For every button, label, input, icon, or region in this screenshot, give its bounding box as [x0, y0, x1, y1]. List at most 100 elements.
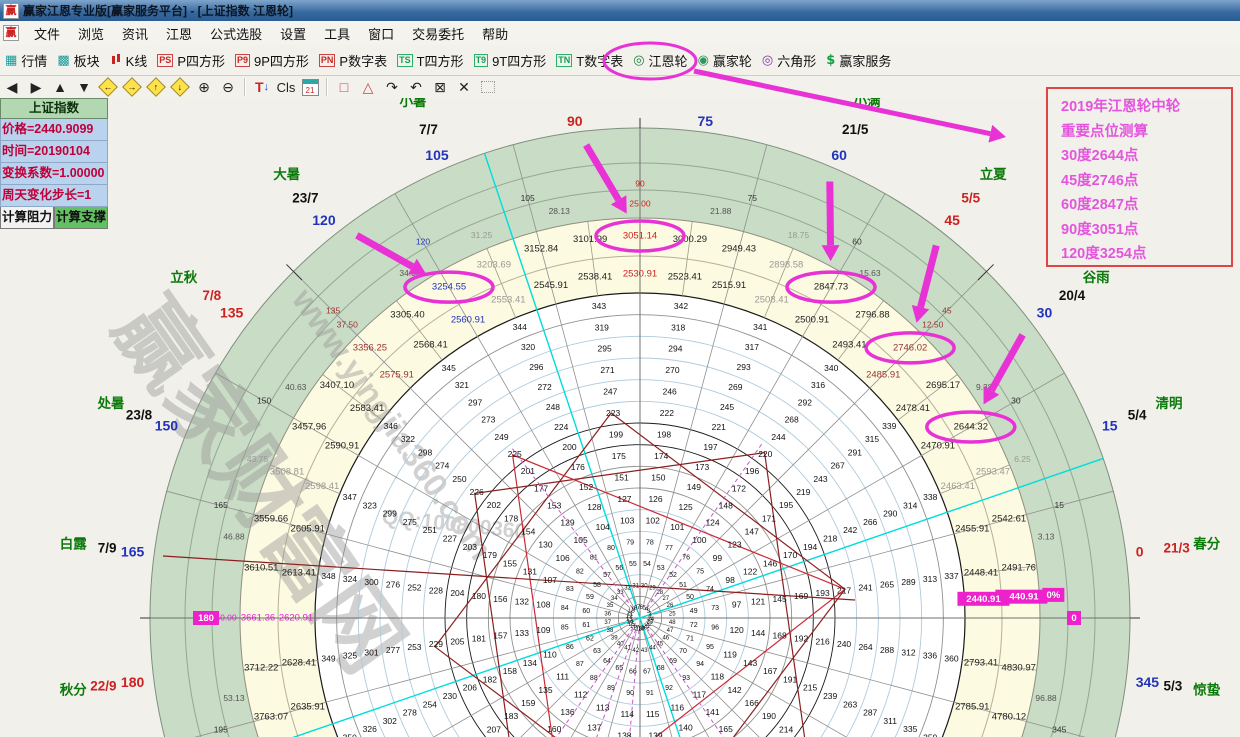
pan-right-icon[interactable]: →: [120, 77, 144, 97]
svg-text:241: 241: [858, 583, 872, 593]
pointer-down-icon[interactable]: ▼: [72, 77, 96, 97]
svg-text:128: 128: [587, 502, 601, 512]
svg-text:223: 223: [606, 408, 620, 418]
svg-text:101: 101: [670, 522, 684, 532]
menu-item-浏览[interactable]: 浏览: [69, 22, 113, 45]
svg-text:252: 252: [407, 583, 421, 593]
toolbar-label: T四方形: [417, 51, 464, 70]
triangle-tool-icon[interactable]: △: [356, 77, 380, 97]
toolbar-button-9P四方形[interactable]: P99P四方形: [230, 49, 314, 72]
menu-item-设置[interactable]: 设置: [271, 22, 315, 45]
svg-text:225: 225: [508, 449, 522, 459]
menu-item-文件[interactable]: 文件: [25, 22, 69, 45]
toolbar-button-六角形[interactable]: ◎六角形: [757, 49, 821, 72]
svg-text:291: 291: [848, 447, 862, 457]
nav-forward-icon[interactable]: ▶: [24, 77, 48, 97]
season-label: 秋分: [60, 681, 87, 697]
toolbar-button-9T四方形[interactable]: T99T四方形: [469, 49, 552, 72]
svg-text:298: 298: [418, 447, 432, 457]
toolbar-label: T数字表: [576, 51, 623, 70]
svg-text:319: 319: [595, 322, 609, 332]
svg-text:99: 99: [713, 553, 723, 563]
menu-item-帮助[interactable]: 帮助: [473, 22, 517, 45]
toolbar-button-板块[interactable]: ▩板块: [52, 49, 104, 72]
toolbar-button-行情[interactable]: ▦行情: [0, 49, 52, 72]
svg-text:68: 68: [657, 665, 665, 672]
svg-text:2575.91: 2575.91: [380, 369, 414, 380]
svg-text:26: 26: [667, 603, 674, 609]
svg-text:158: 158: [503, 666, 517, 676]
svg-text:178: 178: [504, 513, 518, 523]
instrument-panel: 上证指数 价格=2440.9099时间=20190104变换系数=1.00000…: [0, 98, 108, 229]
menu-item-交易委托[interactable]: 交易委托: [403, 22, 473, 45]
svg-text:172: 172: [732, 483, 746, 493]
rotate-ccw-icon[interactable]: ↶: [404, 77, 428, 97]
toolbar-button-P数字表[interactable]: PNP数字表: [314, 49, 392, 72]
svg-text:7/7: 7/7: [419, 122, 438, 137]
calendar-icon[interactable]: 21: [298, 77, 322, 97]
menu-item-公式选股[interactable]: 公式选股: [201, 22, 271, 45]
svg-text:96.88: 96.88: [1035, 693, 1057, 703]
annotation-line: 60度2847点: [1061, 193, 1231, 218]
rotate-cw-icon[interactable]: ↷: [380, 77, 404, 97]
menu-item-窗口[interactable]: 窗口: [359, 22, 403, 45]
menu-item-资讯[interactable]: 资讯: [113, 22, 157, 45]
panel-button-计算阻力[interactable]: 计算阻力: [0, 207, 54, 229]
svg-text:135: 135: [220, 304, 244, 320]
cls-button[interactable]: Cls: [274, 77, 298, 97]
panel-value-row: 价格=2440.9099: [0, 119, 108, 141]
svg-text:246: 246: [663, 387, 677, 397]
svg-text:144: 144: [751, 628, 765, 638]
svg-text:177: 177: [534, 483, 548, 493]
rect-tool-icon[interactable]: □: [332, 77, 356, 97]
svg-text:116: 116: [671, 702, 685, 712]
toolbar-button-K线[interactable]: K线: [105, 49, 153, 72]
toolbar-button-江恩轮[interactable]: ◎江恩轮: [628, 49, 692, 72]
season-label: 处暑: [96, 395, 124, 411]
svg-text:197: 197: [703, 442, 717, 452]
polygon-dotted-icon[interactable]: [476, 77, 500, 97]
svg-text:2613.41: 2613.41: [282, 568, 316, 579]
svg-text:109: 109: [536, 625, 550, 635]
svg-text:292: 292: [798, 397, 812, 407]
menu-item-工具[interactable]: 工具: [315, 22, 359, 45]
toolbar-label: 江恩轮: [649, 51, 688, 70]
zoom-in-icon[interactable]: ⊕: [192, 77, 216, 97]
panel-button-计算支撑[interactable]: 计算支撑: [54, 207, 108, 229]
svg-text:33: 33: [617, 590, 624, 596]
svg-text:73: 73: [711, 605, 719, 612]
pointer-up-icon[interactable]: ▲: [48, 77, 72, 97]
toolbar-button-赢家轮[interactable]: ◉赢家轮: [693, 49, 757, 72]
toolbar-button-赢家服务[interactable]: $赢家服务: [821, 49, 896, 72]
season-label: 大暑: [273, 166, 300, 182]
svg-text:169: 169: [794, 591, 808, 601]
title-bar[interactable]: 赢 赢家江恩专业版[赢家服务平台] - [上证指数 江恩轮]: [0, 0, 1240, 21]
svg-text:3356.25: 3356.25: [353, 342, 387, 353]
svg-text:38: 38: [607, 628, 614, 634]
svg-text:107: 107: [543, 575, 557, 585]
svg-text:21/5: 21/5: [842, 122, 869, 137]
svg-text:249: 249: [494, 432, 508, 442]
annotation-note-box: 2019年江恩轮中轮重要点位测算30度2644点45度2746点60度2847点…: [1046, 87, 1233, 267]
box-x-icon[interactable]: ⊠: [428, 77, 452, 97]
svg-text:166: 166: [745, 698, 759, 708]
toolbar-button-P四方形[interactable]: PSP四方形: [152, 49, 230, 72]
svg-text:200: 200: [562, 442, 576, 452]
svg-text:90: 90: [567, 113, 583, 129]
toolbar-button-T四方形[interactable]: TST四方形: [392, 49, 468, 72]
nav-back-icon[interactable]: ◀: [0, 77, 24, 97]
zoom-out-icon[interactable]: ⊖: [216, 77, 240, 97]
toolbar-button-T数字表[interactable]: TNT数字表: [551, 49, 628, 72]
menu-item-江恩[interactable]: 江恩: [157, 22, 201, 45]
svg-text:108: 108: [536, 600, 550, 610]
pan-down-icon[interactable]: ↓: [168, 77, 192, 97]
pan-left-icon[interactable]: ←: [96, 77, 120, 97]
shrink-icon[interactable]: ✕: [452, 77, 476, 97]
pan-up-icon[interactable]: ↑: [144, 77, 168, 97]
svg-text:3610.51: 3610.51: [244, 563, 278, 574]
svg-text:30: 30: [1037, 304, 1053, 320]
svg-text:228: 228: [429, 585, 443, 595]
t9-icon: T9: [474, 54, 489, 67]
t-cursor-icon[interactable]: T↓: [250, 77, 274, 97]
svg-text:80: 80: [607, 545, 615, 552]
